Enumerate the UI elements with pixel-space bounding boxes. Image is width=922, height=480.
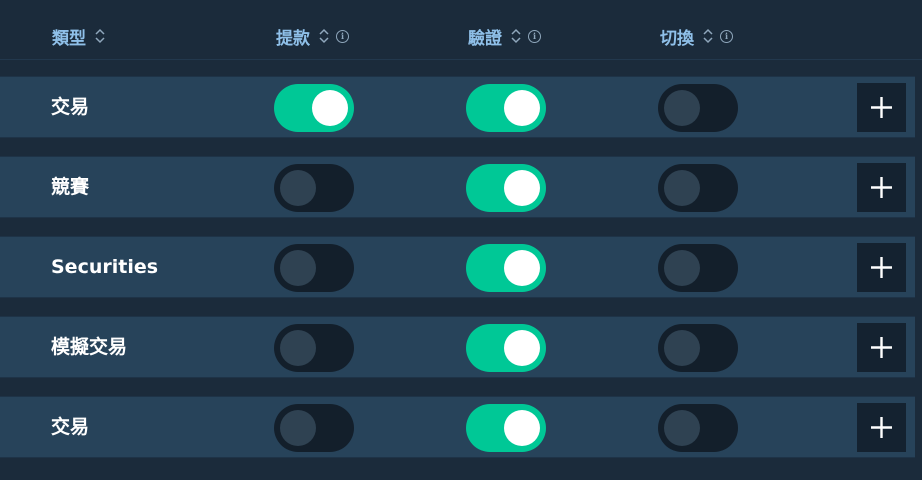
plus-icon	[871, 177, 892, 198]
sort-icon[interactable]	[318, 28, 330, 44]
toggle-knob	[664, 250, 700, 286]
switch-toggle[interactable]	[658, 404, 738, 452]
sort-icon[interactable]	[510, 28, 522, 44]
withdraw-toggle[interactable]	[274, 84, 354, 132]
verify-toggle[interactable]	[466, 164, 546, 212]
column-header-verify[interactable]: 驗證 i	[468, 22, 541, 50]
toggle-knob	[504, 250, 540, 286]
row-type-label: 交易	[51, 96, 90, 118]
toggle-knob	[504, 410, 540, 446]
withdraw-toggle[interactable]	[274, 404, 354, 452]
add-button[interactable]	[857, 323, 906, 372]
row-type-label: Securities	[51, 256, 159, 278]
table-row: 交易	[0, 396, 915, 458]
column-header-switch[interactable]: 切換 i	[660, 22, 733, 50]
plus-icon	[871, 257, 892, 278]
column-header-verify-label: 驗證	[468, 28, 502, 49]
row-type-label: 競賽	[51, 176, 90, 198]
verify-toggle[interactable]	[466, 404, 546, 452]
verify-toggle[interactable]	[466, 84, 546, 132]
withdraw-toggle[interactable]	[274, 324, 354, 372]
table-header: 類型 提款 i 驗證 i 切換 i	[0, 0, 922, 60]
add-button[interactable]	[857, 243, 906, 292]
toggle-knob	[504, 90, 540, 126]
plus-icon	[871, 337, 892, 358]
sort-icon[interactable]	[94, 28, 106, 44]
toggle-knob	[504, 330, 540, 366]
info-icon[interactable]: i	[336, 29, 349, 43]
toggle-knob	[664, 90, 700, 126]
toggle-knob	[312, 90, 348, 126]
column-header-type[interactable]: 類型	[52, 22, 112, 50]
add-button[interactable]	[857, 403, 906, 452]
toggle-knob	[504, 170, 540, 206]
switch-toggle[interactable]	[658, 84, 738, 132]
column-header-withdraw-label: 提款	[276, 28, 310, 49]
column-header-withdraw[interactable]: 提款 i	[276, 22, 349, 50]
toggle-knob	[280, 330, 316, 366]
toggle-knob	[280, 170, 316, 206]
verify-toggle[interactable]	[466, 324, 546, 372]
withdraw-toggle[interactable]	[274, 164, 354, 212]
withdraw-toggle[interactable]	[274, 244, 354, 292]
plus-icon	[871, 417, 892, 438]
row-type-label: 模擬交易	[51, 336, 128, 358]
plus-icon	[871, 97, 892, 118]
info-icon[interactable]: i	[528, 29, 541, 43]
switch-toggle[interactable]	[658, 324, 738, 372]
table-row: 交易	[0, 76, 915, 138]
column-header-switch-label: 切換	[660, 28, 694, 49]
table-row: Securities	[0, 236, 915, 298]
toggle-knob	[280, 250, 316, 286]
row-type-label: 交易	[51, 416, 90, 438]
toggle-knob	[280, 410, 316, 446]
toggle-knob	[664, 330, 700, 366]
table-row: 競賽	[0, 156, 915, 218]
toggle-knob	[664, 170, 700, 206]
switch-toggle[interactable]	[658, 164, 738, 212]
column-header-type-label: 類型	[52, 28, 86, 49]
sort-icon[interactable]	[702, 28, 714, 44]
verify-toggle[interactable]	[466, 244, 546, 292]
add-button[interactable]	[857, 163, 906, 212]
table-row: 模擬交易	[0, 316, 915, 378]
switch-toggle[interactable]	[658, 244, 738, 292]
info-icon[interactable]: i	[720, 29, 733, 43]
add-button[interactable]	[857, 83, 906, 132]
toggle-knob	[664, 410, 700, 446]
